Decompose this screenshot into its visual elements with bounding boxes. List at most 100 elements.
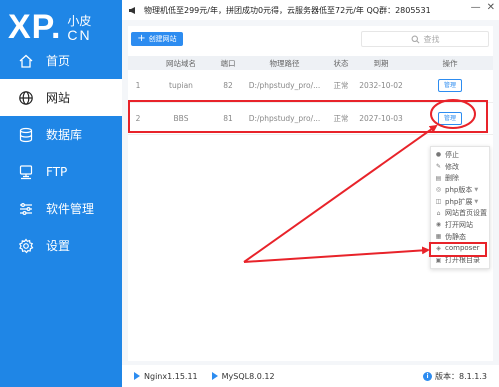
create-website-button[interactable]: + 创建网站 xyxy=(131,32,183,46)
row-status: 正常 xyxy=(327,70,355,103)
col-path: 物理路径 xyxy=(242,56,327,70)
nginx-status[interactable]: Nginx1.15.11 xyxy=(134,372,198,381)
caret-down-icon: ▼ xyxy=(474,186,479,193)
menu-item-edit[interactable]: ✎ 修改 xyxy=(431,161,489,173)
manage-button[interactable]: 管理 xyxy=(438,79,462,93)
announcement-bar: 物理机低至299元/年，拼团成功0元得，云服务器低至72元/年 QQ群：2805… xyxy=(122,0,499,20)
row-port: 82 xyxy=(214,70,242,103)
menu-item-label: composer xyxy=(445,244,480,253)
row-path: D:/phpstudy_pro/... xyxy=(242,102,327,135)
sidebar-item-website[interactable]: 网站 xyxy=(0,79,122,116)
row-index: 1 xyxy=(128,70,148,103)
folder-icon: ▣ xyxy=(435,256,442,264)
menu-item-homepage-settings[interactable]: ⌂ 网站首页设置 xyxy=(431,207,489,219)
table-row[interactable]: 2 BBS 81 D:/phpstudy_pro/... 正常 2027-10-… xyxy=(128,102,493,135)
search-icon xyxy=(411,35,419,43)
version-info: i 版本： 8.1.1.3 xyxy=(423,371,487,382)
close-icon[interactable]: ✕ xyxy=(487,2,495,13)
manage-button[interactable]: 管理 xyxy=(438,111,462,125)
table-row[interactable]: 1 tupian 82 D:/phpstudy_pro/... 正常 2032-… xyxy=(128,70,493,103)
col-port: 端口 xyxy=(214,56,242,70)
menu-item-label: 伪静态 xyxy=(445,232,466,241)
sidebar-item-label: 网站 xyxy=(46,91,71,105)
row-action: 管理 xyxy=(407,102,493,135)
composer-icon: ◈ xyxy=(436,244,441,252)
app-logo: XP. 小皮 CN xyxy=(8,4,92,44)
menu-item-label: 修改 xyxy=(445,162,459,171)
sidebar-item-ftp[interactable]: FTP xyxy=(0,153,122,190)
globe-icon xyxy=(18,90,34,106)
home-icon: ⌂ xyxy=(436,209,441,217)
sidebar-item-database[interactable]: 数据库 xyxy=(0,116,122,153)
menu-item-stop[interactable]: ● 停止 xyxy=(431,149,489,161)
logo-cn: CN xyxy=(67,27,92,43)
minimize-icon[interactable]: — xyxy=(471,2,481,13)
play-icon xyxy=(211,372,218,380)
menu-item-label: 网站首页设置 xyxy=(445,209,487,218)
website-table: 网站域名 端口 物理路径 状态 到期 操作 1 tupian 82 D:/php… xyxy=(128,56,493,135)
server-icon xyxy=(18,164,34,180)
menu-item-label: php扩展 xyxy=(445,197,473,206)
col-domain: 网站域名 xyxy=(148,56,214,70)
pencil-icon: ✎ xyxy=(435,163,442,171)
play-icon xyxy=(134,372,140,380)
sidebar-item-label: 设置 xyxy=(46,239,71,253)
col-action: 操作 xyxy=(407,56,493,70)
search-placeholder: 查找 xyxy=(423,34,440,44)
manage-dropdown-menu: ● 停止 ✎ 修改 ▤ 删除 ◎ php版本 ▼ ◫ php扩展 ▼ ⌂ 网站首… xyxy=(430,146,490,269)
stop-icon: ● xyxy=(435,151,442,159)
sidebar-item-label: FTP xyxy=(46,164,68,179)
menu-item-open-root[interactable]: ▣ 打开根目录 xyxy=(431,254,489,266)
mysql-status[interactable]: MySQL8.0.12 xyxy=(211,371,275,381)
announcement-text[interactable]: 物理机低至299元/年，拼团成功0元得，云服务器低至72元/年 QQ群：2805… xyxy=(144,5,431,16)
sidebar: XP. 小皮 CN 首页 网站 数据库 FTP 软件管理 设置 xyxy=(0,0,122,387)
menu-item-composer[interactable]: ◈ composer xyxy=(431,243,489,255)
menu-item-label: 打开网站 xyxy=(445,220,473,229)
sidebar-item-label: 首页 xyxy=(46,54,71,68)
row-domain: BBS xyxy=(148,102,214,135)
row-domain: tupian xyxy=(148,70,214,103)
open-icon: ◉ xyxy=(435,221,442,229)
main-panel: + 创建网站 查找 网站域名 端口 物理路径 状态 到期 操作 1 tupian… xyxy=(122,20,499,387)
menu-item-label: 打开根目录 xyxy=(445,256,480,265)
sidebar-item-home[interactable]: 首页 xyxy=(0,42,122,79)
table-header: 网站域名 端口 物理路径 状态 到期 操作 xyxy=(128,56,493,70)
row-status: 正常 xyxy=(327,102,355,135)
sidebar-item-software[interactable]: 软件管理 xyxy=(0,190,122,227)
search-input[interactable]: 查找 xyxy=(361,31,489,47)
logo-chinese: 小皮 xyxy=(67,14,92,28)
logo-text: XP. xyxy=(8,8,62,46)
php-icon: ◎ xyxy=(435,186,442,194)
sidebar-item-label: 数据库 xyxy=(46,128,83,142)
row-action: 管理 xyxy=(407,70,493,103)
row-path: D:/phpstudy_pro/... xyxy=(242,70,327,103)
col-index xyxy=(128,56,148,70)
caret-down-icon: ▼ xyxy=(474,198,479,205)
version-label: 版本： xyxy=(435,371,459,381)
version-value: 8.1.1.3 xyxy=(459,371,487,381)
info-icon: i xyxy=(423,371,432,381)
menu-item-label: 删除 xyxy=(445,174,459,183)
static-icon: ▦ xyxy=(435,233,442,241)
menu-item-rewrite[interactable]: ▦ 伪静态 xyxy=(431,231,489,243)
row-index: 2 xyxy=(128,102,148,135)
sidebar-item-settings[interactable]: 设置 xyxy=(0,227,122,264)
status-bar: Nginx1.15.11 MySQL8.0.12 i 版本： 8.1.1.3 xyxy=(122,365,499,387)
menu-item-php-version[interactable]: ◎ php版本 ▼ xyxy=(431,184,489,196)
gear-icon xyxy=(18,237,34,254)
col-expiry: 到期 xyxy=(355,56,407,70)
mysql-label: MySQL8.0.12 xyxy=(221,371,275,381)
menu-item-php-ext[interactable]: ◫ php扩展 ▼ xyxy=(431,196,489,208)
row-expiry: 2027-10-03 xyxy=(355,102,407,135)
trash-icon: ▤ xyxy=(435,174,442,182)
menu-item-open-website[interactable]: ◉ 打开网站 xyxy=(431,219,489,231)
php-ext-icon: ◫ xyxy=(435,198,442,206)
sidebar-nav: 首页 网站 数据库 FTP 软件管理 设置 xyxy=(0,42,122,264)
home-icon xyxy=(18,53,34,69)
menu-item-label: php版本 xyxy=(445,185,473,194)
create-website-label: 创建网站 xyxy=(148,35,177,43)
menu-item-label: 停止 xyxy=(445,150,459,159)
plus-icon: + xyxy=(137,33,146,44)
menu-item-delete[interactable]: ▤ 删除 xyxy=(431,172,489,184)
sidebar-item-label: 软件管理 xyxy=(46,202,95,216)
